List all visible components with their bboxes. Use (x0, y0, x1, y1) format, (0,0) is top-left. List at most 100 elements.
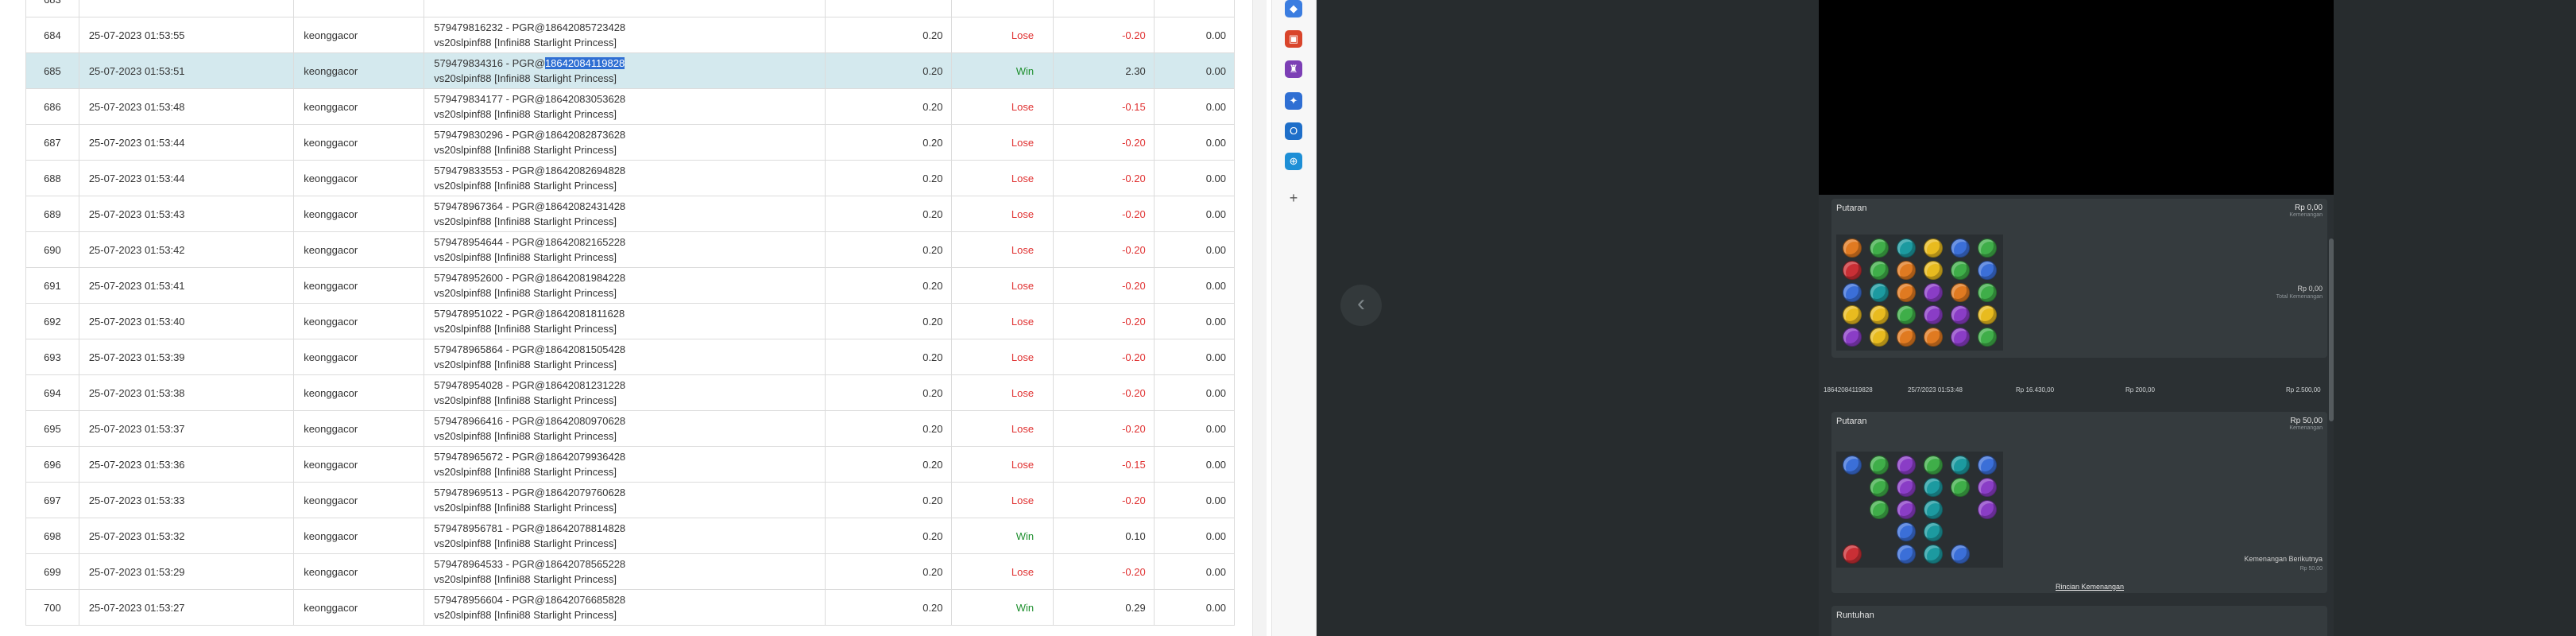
green-gem-icon (1870, 500, 1889, 519)
green-gem-icon (1978, 283, 1997, 302)
game-name: vs20slpinf88 [Infini88 Starlight Princes… (434, 430, 617, 442)
table-row[interactable]: 690 25-07-2023 01:53:42 keonggacor 57947895… (25, 231, 1236, 268)
table-row[interactable]: 697 25-07-2023 01:53:33 keonggacor 57947896… (25, 482, 1236, 518)
round-reference[interactable]: 579478952600 - PGR@18642081984228 (434, 270, 814, 285)
round-date: 25/7/2023 01:53:48 (1908, 386, 1963, 394)
previous-arrow-icon[interactable]: ‹ (1340, 285, 1382, 326)
empty-slot (1843, 522, 1862, 541)
bet-time: 25-07-2023 01:53:38 (78, 374, 295, 411)
green-gem-icon (1924, 456, 1943, 475)
green-gem-icon (1870, 478, 1889, 497)
selected-round-id[interactable]: 18642084119828 (544, 57, 625, 69)
table-row[interactable]: 683 (25, 0, 1236, 17)
table-row[interactable]: 700 25-07-2023 01:53:27 keonggacor 57947895… (25, 589, 1236, 626)
round-reference[interactable]: 579478956604 - PGR@18642076685828 (434, 592, 814, 607)
round-reference[interactable]: 579479816232 - PGR@18642085723428 (434, 20, 814, 35)
table-row[interactable]: 687 25-07-2023 01:53:44 keonggacor 57947983… (25, 124, 1236, 161)
round-reference[interactable]: 579478951022 - PGR@18642081811628 (434, 306, 814, 321)
round-reference[interactable]: 579478954644 - PGR@18642082165228 (434, 235, 814, 250)
row-number: 688 (25, 160, 79, 196)
empty-slot (1978, 545, 1997, 564)
round-reference[interactable]: 579478956781 - PGR@18642078814828 (434, 521, 814, 536)
round-reference[interactable]: 579478969513 - PGR@18642079760628 (434, 485, 814, 500)
next-win-amount: Rp 50,00 (2299, 566, 2323, 572)
balance: 0.00 (1153, 374, 1236, 411)
bet-result: Lose (950, 231, 1054, 268)
toolbox-icon[interactable]: ▣ (1285, 30, 1302, 48)
row-number: 691 (25, 267, 79, 304)
row-number: 685 (25, 52, 79, 89)
round-win: Rp 2.500,00 (2286, 386, 2321, 394)
table-row[interactable]: 686 25-07-2023 01:53:48 keonggacor 57947983… (25, 88, 1236, 125)
copilot-icon[interactable]: ✦ (1285, 92, 1302, 110)
balance: 0.00 (1153, 518, 1236, 554)
table-row[interactable]: 695 25-07-2023 01:53:37 keonggacor 57947896… (25, 410, 1236, 447)
table-scrollbar[interactable] (1252, 0, 1267, 636)
win-loss-amount: -0.20 (1053, 196, 1155, 232)
table-row[interactable]: 692 25-07-2023 01:53:40 keonggacor 57947895… (25, 303, 1236, 339)
round-reference[interactable]: 579478965672 - PGR@18642079936428 (434, 449, 814, 464)
bet-history-table: 683 68425-07-2023 01:53:55keonggacor5794… (25, 0, 1236, 626)
table-row[interactable]: 694 25-07-2023 01:53:38 keonggacor 57947895… (25, 374, 1236, 411)
table-row[interactable]: 688 25-07-2023 01:53:44 keonggacor 57947983… (25, 160, 1236, 196)
bet-time: 25-07-2023 01:53:42 (78, 231, 295, 268)
round-reference[interactable]: 579478954028 - PGR@18642081231228 (434, 378, 814, 393)
total-win-label: Total Kemenangan (2276, 294, 2323, 300)
bet-amount: 0.20 (824, 374, 952, 411)
table-row[interactable]: 684 25-07-2023 01:53:55 keonggacor 57947981… (25, 17, 1236, 53)
chess-icon[interactable]: ♜ (1285, 60, 1302, 78)
spin-win-label: Kemenangan (2289, 425, 2323, 431)
bet-time: 25-07-2023 01:53:41 (78, 267, 295, 304)
round-reference[interactable]: 579478966416 - PGR@18642080970628 (434, 413, 814, 429)
round-reference[interactable]: 579479833553 - PGR@18642082694828 (434, 163, 814, 178)
table-row[interactable]: 693 25-07-2023 01:53:39 keonggacor 57947896… (25, 339, 1236, 375)
teal-gem-icon (1924, 478, 1943, 497)
username: keonggacor (293, 339, 425, 375)
blue-gem-icon (1978, 261, 1997, 280)
purple-gem-icon (1951, 328, 1970, 347)
balance: 0.00 (1153, 589, 1236, 626)
game-name: vs20slpinf88 [Infini88 Starlight Princes… (434, 180, 617, 192)
add-icon[interactable]: + (1285, 189, 1302, 207)
win-loss-amount: 2.30 (1053, 52, 1155, 89)
shopping-icon[interactable]: ⊕ (1285, 153, 1302, 170)
round-summary-row: 18642084119828 25/7/2023 01:53:48 Rp 16.… (1819, 382, 2334, 398)
table-row[interactable]: 699 25-07-2023 01:53:29 keonggacor 57947896… (25, 553, 1236, 590)
round-reference[interactable]: 579478964533 - PGR@18642078565228 (434, 556, 814, 572)
bet-description: 579478967364 - PGR@18642082431428 vs20slp… (424, 196, 826, 232)
green-gem-icon (1978, 238, 1997, 258)
round-reference[interactable]: 579478967364 - PGR@18642082431428 (434, 199, 814, 214)
green-gem-icon (1870, 261, 1889, 280)
blue-gem-icon (1897, 545, 1916, 564)
round-reference[interactable]: 579479830296 - PGR@18642082873628 (434, 127, 814, 142)
row-number: 695 (25, 410, 79, 447)
table-row[interactable]: 696 25-07-2023 01:53:36 keonggacor 57947896… (25, 446, 1236, 483)
bet-amount: 0.20 (824, 339, 952, 375)
round-reference-prefix: 579479834316 - PGR@ (434, 57, 545, 69)
green-gem-icon (1870, 238, 1889, 258)
bet-description: 579478956604 - PGR@18642076685828 vs20slp… (424, 589, 826, 626)
table-row[interactable]: 691 25-07-2023 01:53:41 keonggacor 57947895… (25, 267, 1236, 304)
bet-history-pane: 683 68425-07-2023 01:53:55keonggacor5794… (0, 0, 1271, 636)
row-number: 690 (25, 231, 79, 268)
row-number: 693 (25, 339, 79, 375)
round-reference[interactable]: 579479834316 - PGR@18642084119828 (434, 56, 814, 71)
purple-gem-icon (1951, 305, 1970, 324)
table-row[interactable]: 685 25-07-2023 01:53:51 keonggacor 57947983… (25, 52, 1236, 89)
tag-icon[interactable]: ◆ (1285, 0, 1302, 17)
table-row[interactable]: 689 25-07-2023 01:53:43 keonggacor 57947896… (25, 196, 1236, 232)
round-reference[interactable]: 579478965864 - PGR@18642081505428 (434, 342, 814, 357)
bet-result: Lose (950, 374, 1054, 411)
bet-time: 25-07-2023 01:53:27 (78, 589, 295, 626)
bet-description: 579478954028 - PGR@18642081231228 vs20slp… (424, 374, 826, 411)
win-details-link[interactable]: Rincian Kemenangan (2056, 583, 2124, 591)
bet-description: 579479834316 - PGR@18642084119828 vs20slp… (424, 52, 826, 89)
username: keonggacor (293, 231, 425, 268)
teal-gem-icon (1870, 283, 1889, 302)
bet-description: 579479830296 - PGR@18642082873628 vs20slp… (424, 124, 826, 161)
table-row[interactable]: 698 25-07-2023 01:53:32 keonggacor 57947895… (25, 518, 1236, 554)
balance: 0.00 (1153, 482, 1236, 518)
outlook-icon[interactable]: O (1285, 122, 1302, 140)
round-reference[interactable]: 579479834177 - PGR@18642083053628 (434, 91, 814, 107)
win-loss-amount: -0.20 (1053, 267, 1155, 304)
